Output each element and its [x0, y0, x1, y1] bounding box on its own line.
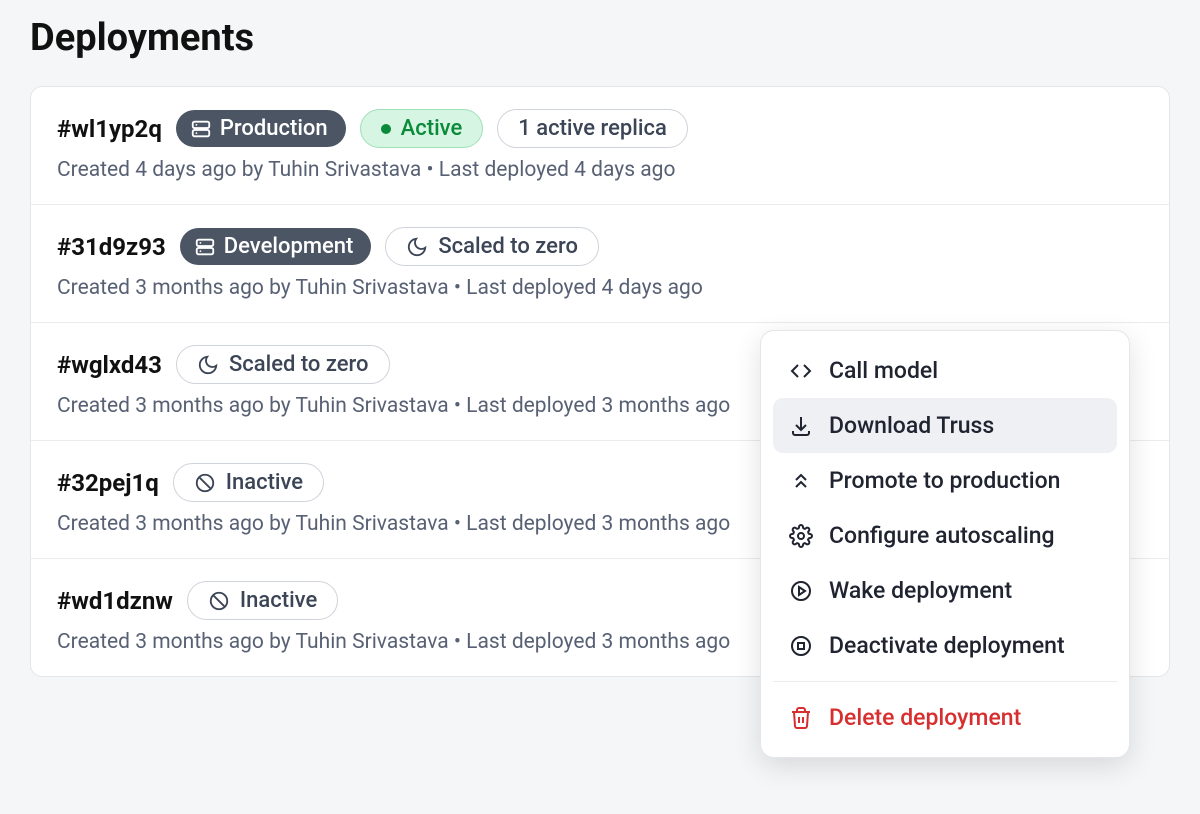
status-badge-label: Active — [401, 116, 463, 141]
env-badge-development: Development — [180, 228, 372, 265]
deployment-id: #wl1yp2q — [57, 115, 162, 143]
deployment-row[interactable]: #wl1yp2q Production Active 1 active repl… — [31, 87, 1169, 205]
context-menu: Call model Download Truss Promote to pro… — [760, 330, 1130, 758]
page-title: Deployments — [30, 16, 1170, 60]
menu-item-configure-autoscaling[interactable]: Configure autoscaling — [773, 508, 1117, 563]
menu-divider — [773, 681, 1117, 682]
server-icon — [190, 118, 212, 140]
play-circle-icon — [789, 579, 813, 603]
ban-icon — [208, 590, 230, 612]
menu-item-download-truss[interactable]: Download Truss — [773, 398, 1117, 453]
server-icon — [194, 236, 216, 258]
deployment-id: #32pej1q — [57, 469, 159, 497]
menu-item-label: Configure autoscaling — [829, 522, 1055, 549]
ban-icon — [194, 472, 216, 494]
replica-badge: 1 active replica — [497, 109, 688, 148]
status-badge-label: Inactive — [226, 470, 303, 495]
menu-item-wake[interactable]: Wake deployment — [773, 563, 1117, 618]
menu-item-delete[interactable]: Delete deployment — [773, 690, 1117, 745]
menu-item-label: Delete deployment — [829, 704, 1021, 731]
env-badge-label: Development — [224, 234, 354, 259]
status-badge-active: Active — [360, 109, 484, 148]
menu-item-label: Promote to production — [829, 467, 1060, 494]
deployment-id: #31d9z93 — [57, 233, 166, 261]
deployment-meta: Created 3 months ago by Tuhin Srivastava… — [57, 276, 1143, 300]
status-badge-label: Inactive — [240, 588, 317, 613]
active-dot-icon — [381, 124, 391, 134]
deployment-id: #wglxd43 — [57, 351, 162, 379]
status-badge-label: Scaled to zero — [229, 352, 369, 377]
status-badge-label: Scaled to zero — [438, 234, 578, 259]
env-badge-label: Production — [220, 116, 328, 141]
stop-circle-icon — [789, 634, 813, 658]
menu-item-call-model[interactable]: Call model — [773, 343, 1117, 398]
status-badge-inactive: Inactive — [187, 581, 338, 620]
status-badge-scaled-to-zero: Scaled to zero — [176, 345, 390, 384]
menu-item-deactivate[interactable]: Deactivate deployment — [773, 618, 1117, 673]
menu-item-promote[interactable]: Promote to production — [773, 453, 1117, 508]
menu-item-label: Call model — [829, 357, 938, 384]
trash-icon — [789, 706, 813, 730]
menu-item-label: Wake deployment — [829, 577, 1012, 604]
env-badge-production: Production — [176, 110, 346, 147]
status-badge-scaled-to-zero: Scaled to zero — [385, 227, 599, 266]
chevrons-up-icon — [789, 469, 813, 493]
download-icon — [789, 414, 813, 438]
moon-icon — [406, 236, 428, 258]
moon-icon — [197, 354, 219, 376]
deployment-row[interactable]: #31d9z93 Development Scaled to zero Crea… — [31, 205, 1169, 323]
status-badge-inactive: Inactive — [173, 463, 324, 502]
menu-item-label: Deactivate deployment — [829, 632, 1065, 659]
deployment-meta: Created 4 days ago by Tuhin Srivastava •… — [57, 158, 1143, 182]
menu-item-label: Download Truss — [829, 412, 994, 439]
code-icon — [789, 359, 813, 383]
replica-badge-label: 1 active replica — [518, 116, 667, 141]
gear-icon — [789, 524, 813, 548]
deployment-id: #wd1dznw — [57, 587, 173, 615]
